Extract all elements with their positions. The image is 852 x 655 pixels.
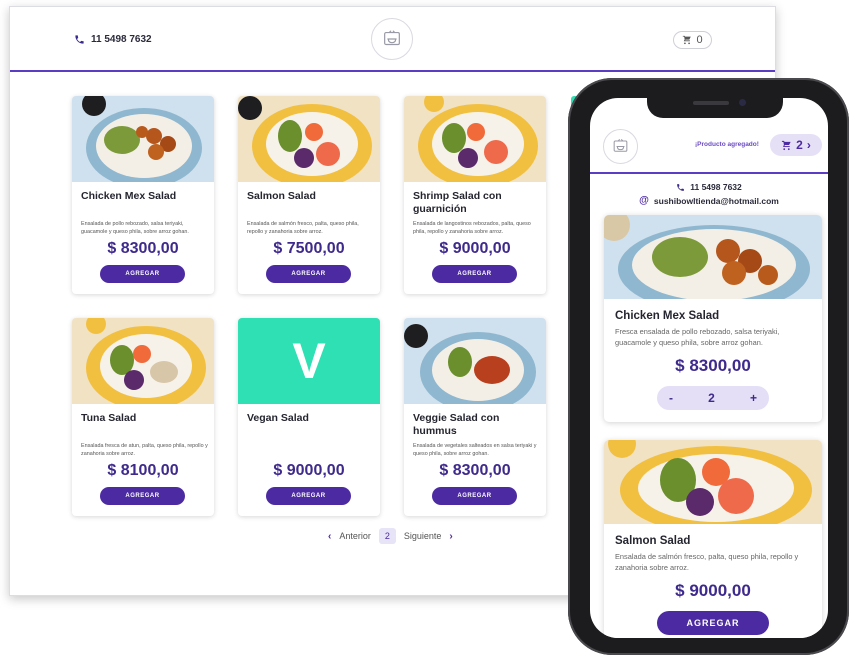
product-description: Ensalada de salmón fresco, palta, queso … bbox=[247, 221, 359, 235]
product-card: Veggie Salad con hummus Ensalada de vege… bbox=[404, 318, 546, 516]
desktop-header: 11 5498 7632 0 bbox=[10, 7, 775, 72]
mobile-email-text: sushibowltienda@hotmail.com bbox=[653, 196, 779, 206]
at-icon: @ bbox=[639, 195, 649, 206]
phone-icon bbox=[75, 35, 84, 44]
prev-page-link[interactable]: Anterior bbox=[339, 531, 371, 541]
mobile-product-card: Salmon Salad Ensalada de salmón fresco, … bbox=[604, 440, 822, 638]
bowl-logo-icon bbox=[613, 139, 628, 152]
product-added-message: ¡Producto agregado! bbox=[695, 141, 759, 148]
mobile-product-title: Chicken Mex Salad bbox=[615, 310, 720, 322]
product-title: Tuna Salad bbox=[81, 412, 137, 424]
product-price: $ 8300,00 bbox=[439, 462, 511, 479]
mobile-cart-button[interactable]: 2 › bbox=[770, 134, 822, 156]
phone-screen: ¡Producto agregado! 2 › 11 5498 7632 @ s… bbox=[590, 98, 828, 638]
add-to-cart-button[interactable]: AGREGAR bbox=[100, 487, 185, 505]
current-page[interactable]: 2 bbox=[378, 528, 396, 544]
chevron-left-icon[interactable]: ‹ bbox=[328, 531, 331, 542]
header-phone[interactable]: 11 5498 7632 bbox=[74, 34, 152, 45]
mobile-cart-count: 2 bbox=[796, 138, 803, 152]
product-title: Chicken Mex Salad bbox=[81, 190, 177, 202]
product-price: $ 9000,00 bbox=[439, 240, 511, 257]
add-to-cart-button[interactable]: AGREGAR bbox=[432, 265, 517, 283]
mobile-contact: 11 5498 7632 @ sushibowltienda@hotmail.c… bbox=[590, 180, 828, 208]
product-card: Salmon Salad Ensalada de salmón fresco, … bbox=[238, 96, 380, 294]
product-image bbox=[404, 318, 546, 404]
product-price: $ 7500,00 bbox=[273, 240, 345, 257]
product-price: $ 8300,00 bbox=[107, 240, 179, 257]
product-title: Vegan Salad bbox=[247, 412, 309, 424]
mobile-product-description: Fresca ensalada de pollo rebozado, salsa… bbox=[615, 327, 780, 347]
mobile-site-logo[interactable] bbox=[603, 129, 638, 164]
product-price: $ 9000,00 bbox=[273, 462, 345, 479]
product-description: Ensalada fresca de atun, palta, queso ph… bbox=[81, 443, 208, 457]
mobile-product-price: $ 8300,00 bbox=[675, 356, 751, 375]
product-title: Veggie Salad con hummus bbox=[413, 412, 500, 437]
product-description: Ensalada de pollo rebozado, salsa teriya… bbox=[81, 221, 189, 235]
add-to-cart-button[interactable]: AGREGAR bbox=[657, 611, 769, 635]
phone-camera bbox=[739, 99, 746, 106]
cart-button[interactable]: 0 bbox=[673, 31, 712, 49]
cart-icon bbox=[782, 140, 791, 150]
mobile-product-image bbox=[604, 440, 822, 524]
mobile-email[interactable]: @ sushibowltienda@hotmail.com bbox=[590, 194, 828, 208]
site-logo[interactable] bbox=[371, 18, 413, 60]
mobile-product-card: Chicken Mex Salad Fresca ensalada de pol… bbox=[604, 215, 822, 422]
product-card: V Vegan Salad $ 9000,00 AGREGAR bbox=[238, 318, 380, 516]
next-page-link[interactable]: Siguiente bbox=[404, 531, 442, 541]
product-description: Ensalada de langostinos rebozados, palta… bbox=[413, 221, 531, 235]
cart-icon bbox=[683, 35, 692, 45]
product-title: Salmon Salad bbox=[247, 190, 316, 202]
chevron-right-icon[interactable]: › bbox=[449, 531, 452, 542]
product-price: $ 8100,00 bbox=[107, 462, 179, 479]
increment-button[interactable]: + bbox=[750, 391, 757, 405]
mobile-product-title: Salmon Salad bbox=[615, 535, 691, 547]
product-card: Shrimp Salad con guarnición Ensalada de … bbox=[404, 96, 546, 294]
product-description: Ensalada de vegetales salteados en salsa… bbox=[413, 443, 537, 457]
product-card: Chicken Mex Salad Ensalada de pollo rebo… bbox=[72, 96, 214, 294]
mobile-product-description: Ensalada de salmón fresco, palta, queso … bbox=[615, 552, 799, 572]
product-image bbox=[72, 96, 214, 182]
phone-speaker bbox=[693, 101, 729, 105]
pagination: ‹ Anterior 2 Siguiente › bbox=[328, 528, 453, 544]
add-to-cart-button[interactable]: AGREGAR bbox=[266, 487, 351, 505]
chevron-right-icon: › bbox=[806, 138, 811, 152]
mobile-product-price: $ 9000,00 bbox=[675, 581, 751, 600]
mobile-phone-text: 11 5498 7632 bbox=[690, 182, 742, 192]
quantity-stepper: - 2 + bbox=[657, 386, 769, 410]
product-image bbox=[404, 96, 546, 182]
bowl-logo-icon bbox=[384, 30, 400, 46]
add-to-cart-button[interactable]: AGREGAR bbox=[266, 265, 351, 283]
quantity-value: 2 bbox=[708, 391, 715, 405]
product-image bbox=[238, 96, 380, 182]
phone-icon bbox=[677, 183, 685, 191]
product-image-placeholder: V bbox=[238, 318, 380, 404]
placeholder-letter: V bbox=[292, 333, 326, 389]
phone-notch bbox=[647, 96, 783, 118]
mobile-product-image bbox=[604, 215, 822, 299]
add-to-cart-button[interactable]: AGREGAR bbox=[100, 265, 185, 283]
decrement-button[interactable]: - bbox=[669, 391, 673, 405]
mobile-phone[interactable]: 11 5498 7632 bbox=[590, 180, 828, 194]
product-image bbox=[72, 318, 214, 404]
product-card: Tuna Salad Ensalada fresca de atun, palt… bbox=[72, 318, 214, 516]
cart-count: 0 bbox=[696, 34, 703, 46]
header-phone-text: 11 5498 7632 bbox=[91, 34, 152, 45]
product-title: Shrimp Salad con guarnición bbox=[413, 190, 502, 215]
add-to-cart-button[interactable]: AGREGAR bbox=[432, 487, 517, 505]
mockup-stage: 11 5498 7632 0 Chicken Mex Salad Ensalad… bbox=[0, 0, 852, 655]
